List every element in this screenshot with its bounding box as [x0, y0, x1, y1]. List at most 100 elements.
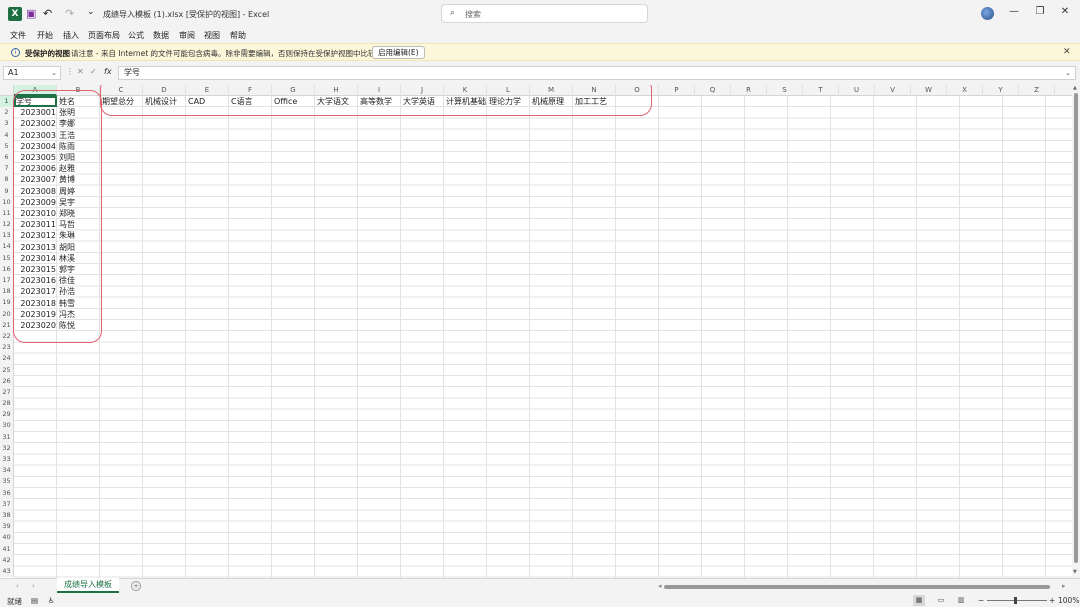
page-break-view-icon[interactable]: ▥	[955, 595, 967, 606]
scroll-left-icon[interactable]: ◂	[658, 582, 662, 590]
row-header-29[interactable]: 29	[0, 409, 13, 420]
scroll-down-icon[interactable]: ▼	[1073, 569, 1077, 575]
enable-editing-button[interactable]: 启用编辑(E)	[372, 46, 425, 59]
row-header-27[interactable]: 27	[0, 387, 13, 398]
row-header-15[interactable]: 15	[0, 253, 13, 264]
add-sheet-icon[interactable]: +	[131, 581, 141, 591]
scroll-up-icon[interactable]: ▲	[1073, 85, 1077, 91]
row-header-7[interactable]: 7	[0, 163, 13, 174]
row-header-9[interactable]: 9	[0, 186, 13, 197]
row-header-8[interactable]: 8	[0, 174, 13, 185]
row-header-39[interactable]: 39	[0, 521, 13, 532]
row-header-17[interactable]: 17	[0, 275, 13, 286]
close-icon[interactable]: ✕	[1058, 6, 1072, 17]
row-header-33[interactable]: 33	[0, 454, 13, 465]
menu-review[interactable]: 审阅	[179, 30, 195, 41]
redo-icon[interactable]: ↷	[65, 7, 79, 21]
column-header-p[interactable]: P	[659, 85, 695, 96]
account-avatar[interactable]	[981, 7, 994, 20]
column-header-v[interactable]: V	[875, 85, 911, 96]
row-header-21[interactable]: 21	[0, 320, 13, 331]
row-header-19[interactable]: 19	[0, 297, 13, 308]
zoom-slider-thumb[interactable]	[1014, 597, 1017, 604]
undo-icon[interactable]: ↶	[43, 7, 57, 21]
column-header-t[interactable]: T	[803, 85, 839, 96]
column-header-y[interactable]: Y	[983, 85, 1019, 96]
row-header-38[interactable]: 38	[0, 510, 13, 521]
page-layout-view-icon[interactable]: ▭	[935, 595, 947, 606]
row-header-1[interactable]: 1	[0, 96, 13, 108]
row-header-6[interactable]: 6	[0, 152, 13, 163]
restore-icon[interactable]: ❐	[1033, 6, 1047, 17]
menu-page-layout[interactable]: 页面布局	[88, 30, 120, 41]
row-header-3[interactable]: 3	[0, 118, 13, 129]
row-header-14[interactable]: 14	[0, 241, 13, 252]
insert-function-icon[interactable]: fx	[104, 67, 112, 76]
row-header-26[interactable]: 26	[0, 376, 13, 387]
row-header-4[interactable]: 4	[0, 130, 13, 141]
column-header-q[interactable]: Q	[695, 85, 731, 96]
menu-formulas[interactable]: 公式	[128, 30, 144, 41]
row-header-42[interactable]: 42	[0, 555, 13, 566]
row-header-24[interactable]: 24	[0, 353, 13, 364]
zoom-in-icon[interactable]: +	[1049, 596, 1055, 605]
vertical-scrollbar[interactable]: ▲ ▼	[1072, 85, 1080, 578]
save-icon[interactable]: ▣	[26, 7, 40, 21]
customize-toolbar-icon[interactable]: ⌄	[87, 7, 101, 21]
column-header-x[interactable]: X	[947, 85, 983, 96]
scroll-right-icon[interactable]: ▸	[1062, 582, 1066, 590]
vertical-scroll-thumb[interactable]	[1074, 93, 1078, 563]
row-header-25[interactable]: 25	[0, 365, 13, 376]
protected-view-message[interactable]: 请注意 - 来自 Internet 的文件可能包含病毒。除非需要编辑，否则保持在…	[71, 48, 398, 59]
column-header-z[interactable]: Z	[1019, 85, 1055, 96]
row-header-10[interactable]: 10	[0, 197, 13, 208]
menu-file[interactable]: 文件	[10, 30, 26, 41]
row-header-41[interactable]: 41	[0, 544, 13, 555]
row-header-34[interactable]: 34	[0, 465, 13, 476]
formula-input[interactable]: 学号 ⌄	[118, 66, 1076, 80]
menu-insert[interactable]: 插入	[63, 30, 79, 41]
row-header-40[interactable]: 40	[0, 532, 13, 543]
zoom-out-icon[interactable]: −	[978, 596, 984, 605]
name-box[interactable]: A1 ⌄	[3, 66, 61, 80]
column-header-w[interactable]: W	[911, 85, 947, 96]
row-header-35[interactable]: 35	[0, 476, 13, 487]
row-header-16[interactable]: 16	[0, 264, 13, 275]
zoom-level[interactable]: 100%	[1058, 596, 1079, 605]
chevron-down-icon[interactable]: ⌄	[51, 67, 57, 79]
row-header-28[interactable]: 28	[0, 398, 13, 409]
minimize-icon[interactable]: —	[1007, 6, 1021, 17]
accessibility-icon[interactable]: ♿	[48, 596, 55, 605]
menu-data[interactable]: 数据	[153, 30, 169, 41]
column-header-u[interactable]: U	[839, 85, 875, 96]
prev-sheet-icon[interactable]: ‹	[16, 582, 19, 590]
row-header-13[interactable]: 13	[0, 230, 13, 241]
close-icon[interactable]: ✕	[1063, 47, 1071, 57]
enter-icon[interactable]: ✓	[90, 67, 97, 76]
menu-home[interactable]: 开始	[37, 30, 53, 41]
menu-view[interactable]: 视图	[204, 30, 220, 41]
row-header-5[interactable]: 5	[0, 141, 13, 152]
column-header-s[interactable]: S	[767, 85, 803, 96]
row-header-2[interactable]: 2	[0, 107, 13, 118]
row-header-18[interactable]: 18	[0, 286, 13, 297]
cancel-icon[interactable]: ✕	[77, 67, 84, 76]
row-header-22[interactable]: 22	[0, 331, 13, 342]
column-header-r[interactable]: R	[731, 85, 767, 96]
sheet-tab-active[interactable]: 成绩导入模板	[57, 578, 119, 593]
row-header-31[interactable]: 31	[0, 432, 13, 443]
row-header-32[interactable]: 32	[0, 443, 13, 454]
row-header-12[interactable]: 12	[0, 219, 13, 230]
row-header-30[interactable]: 30	[0, 420, 13, 431]
normal-view-icon[interactable]: ▦	[913, 595, 925, 606]
cells-area[interactable]: 学号 姓名 期望总分 机械设计 CAD C语言 Office 大学语文 高等数学 大学英语 计算机基…	[14, 96, 1072, 578]
row-header-11[interactable]: 11	[0, 208, 13, 219]
row-header-23[interactable]: 23	[0, 342, 13, 353]
row-header-43[interactable]: 43	[0, 566, 13, 577]
row-header-20[interactable]: 20	[0, 309, 13, 320]
zoom-slider[interactable]	[987, 600, 1047, 601]
worksheet-grid[interactable]: ABCDEFGHIJKLMNOPQRSTUVWXYZ 1 2 3 4 5 6 7 8 9 10 11…	[0, 85, 1072, 578]
horizontal-scrollbar[interactable]	[664, 585, 1050, 589]
next-sheet-icon[interactable]: ›	[32, 582, 35, 590]
chevron-down-icon[interactable]: ⌄	[1065, 67, 1071, 79]
